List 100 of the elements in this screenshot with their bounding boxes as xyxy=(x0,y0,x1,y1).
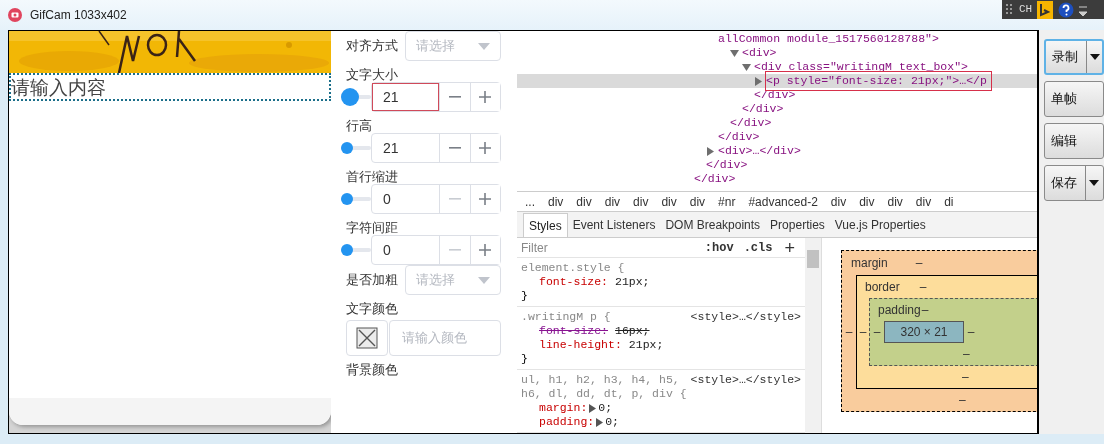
text-input-block[interactable]: 请输入内容 xyxy=(9,73,331,101)
caret-icon xyxy=(478,276,490,284)
panel-tab[interactable]: Event Listeners xyxy=(567,213,661,237)
dom-node-line[interactable]: <div> xyxy=(517,46,1037,60)
box-value: – xyxy=(921,302,929,319)
css-value: 16px; xyxy=(615,324,650,338)
box-value: – xyxy=(966,324,976,341)
panel-tab[interactable]: DOM Breakpoints xyxy=(660,213,766,237)
stylesheet-link[interactable]: <style>…</style> xyxy=(690,373,801,387)
field-label: 首行缩进 xyxy=(346,167,398,186)
field-label: 是否加粗 xyxy=(346,271,399,290)
expand-triangle-icon[interactable] xyxy=(588,403,598,413)
field-label: 文字大小 xyxy=(346,65,398,84)
number-input[interactable]: 21 xyxy=(372,83,440,111)
box-value: – xyxy=(963,346,970,363)
box-label: padding xyxy=(878,302,921,319)
input-language-text[interactable]: CH xyxy=(1019,1,1033,18)
box-label: margin xyxy=(851,255,888,272)
content-box: 320 × 21 xyxy=(884,321,964,343)
css-property[interactable]: font-size: xyxy=(539,324,608,338)
box-value: – xyxy=(844,324,854,341)
css-property[interactable]: line-height: xyxy=(539,338,622,352)
css-selector: .writingM p { xyxy=(521,310,611,324)
css-property[interactable]: margin: xyxy=(539,401,588,415)
field-label: 行高 xyxy=(346,116,372,135)
stylesheet-link[interactable]: <style>…</style> xyxy=(690,310,801,324)
box-value: – xyxy=(959,392,966,409)
minus-icon xyxy=(448,96,461,98)
breadcrumb-item[interactable]: di xyxy=(944,192,954,211)
expanded-triangle-icon[interactable] xyxy=(730,48,739,58)
field-label: 字符间距 xyxy=(346,218,398,237)
b-logo-icon[interactable] xyxy=(1037,0,1054,19)
field-label: 背景颜色 xyxy=(346,360,398,379)
dom-node-line[interactable]: <div class="writingM text_box"> xyxy=(517,60,1037,74)
css-selector: h6, dl, dd, dt, p, div { xyxy=(521,387,687,401)
field-label: 文字颜色 xyxy=(346,299,398,318)
css-value: 21px; xyxy=(628,338,664,352)
closing-brace: } xyxy=(521,352,528,365)
gifcam-button[interactable]: 编辑 xyxy=(1044,123,1104,159)
css-property[interactable]: font-size: xyxy=(539,275,608,289)
breadcrumb-item[interactable]: div xyxy=(576,192,592,211)
box-value: – xyxy=(915,255,923,272)
slider-thumb[interactable] xyxy=(341,142,353,154)
camera-app-icon xyxy=(8,8,22,22)
panel-tab[interactable]: Styles xyxy=(523,213,568,237)
hover-toggle[interactable]: :hov xyxy=(704,238,734,257)
breadcrumb-item[interactable]: div xyxy=(887,192,903,211)
box-value: – xyxy=(872,324,882,341)
new-rule-button[interactable]: + xyxy=(784,238,795,257)
gifcam-button[interactable]: 录制 xyxy=(1044,39,1104,75)
dom-node-line[interactable]: <div>…</div> xyxy=(517,144,1037,158)
breadcrumb-item[interactable]: div xyxy=(633,192,649,211)
gifcam-button[interactable]: 保存 xyxy=(1044,165,1104,201)
breadcrumb-item[interactable]: div xyxy=(661,192,677,211)
slider-thumb[interactable] xyxy=(341,88,359,106)
panel-tab[interactable]: Vue.js Properties xyxy=(829,213,931,237)
breadcrumb-item[interactable]: div xyxy=(689,192,706,211)
breadcrumb-item[interactable]: div xyxy=(548,192,564,211)
breadcrumb-item[interactable]: div xyxy=(604,192,621,211)
collapsed-triangle-icon[interactable] xyxy=(754,76,763,86)
dom-tag-text: <div> xyxy=(742,45,777,62)
box-value: – xyxy=(919,279,927,296)
filter-field[interactable]: Filter xyxy=(521,238,705,257)
collapsed-triangle-icon[interactable] xyxy=(706,146,715,156)
color-swatch[interactable] xyxy=(346,320,388,356)
box-value: – xyxy=(962,369,969,386)
slider[interactable] xyxy=(341,88,371,106)
window-title: GifCam 1033x402 xyxy=(30,7,127,24)
help-icon[interactable] xyxy=(1058,1,1075,18)
css-property[interactable]: padding: xyxy=(539,415,595,429)
plus-icon xyxy=(479,91,492,103)
breadcrumb-item[interactable]: ... xyxy=(525,192,535,211)
box-value: – xyxy=(858,324,868,341)
gifcam-button[interactable]: 单帧 xyxy=(1044,81,1104,117)
css-value: 21px; xyxy=(615,275,650,289)
box-label: border xyxy=(865,279,900,296)
breadcrumb-item[interactable]: #nr xyxy=(718,192,736,211)
scrollbar[interactable] xyxy=(805,238,821,433)
breadcrumb-item[interactable]: div xyxy=(915,192,932,211)
panel-tab[interactable]: Properties xyxy=(765,213,830,237)
increment-button[interactable] xyxy=(469,83,500,111)
dom-node-line[interactable]: allCommon module_1517560128788"> xyxy=(517,32,1037,46)
css-value: 0; xyxy=(598,401,613,415)
expand-triangle-icon[interactable] xyxy=(595,417,605,427)
empty-color-icon xyxy=(356,327,378,349)
field-label: 对齐方式 xyxy=(346,37,399,56)
breadcrumb-item[interactable]: div xyxy=(830,192,847,211)
breadcrumb-item[interactable]: #advanced-2 xyxy=(748,192,818,211)
css-value: 0; xyxy=(605,415,620,429)
slider-thumb[interactable] xyxy=(341,244,353,256)
caret-icon xyxy=(478,42,490,50)
css-selector: ul, h1, h2, h3, h4, h5, xyxy=(521,373,680,387)
breadcrumb-item[interactable]: div xyxy=(859,192,875,211)
grip-icon xyxy=(1006,3,1014,16)
closing-brace: } xyxy=(521,289,528,302)
class-toggle[interactable]: .cls xyxy=(743,238,773,257)
dom-tag-text: allCommon module_1517560128788"> xyxy=(718,31,939,48)
slider-thumb[interactable] xyxy=(341,193,353,205)
expanded-triangle-icon[interactable] xyxy=(742,62,751,72)
css-selector: element.style { xyxy=(521,261,625,275)
